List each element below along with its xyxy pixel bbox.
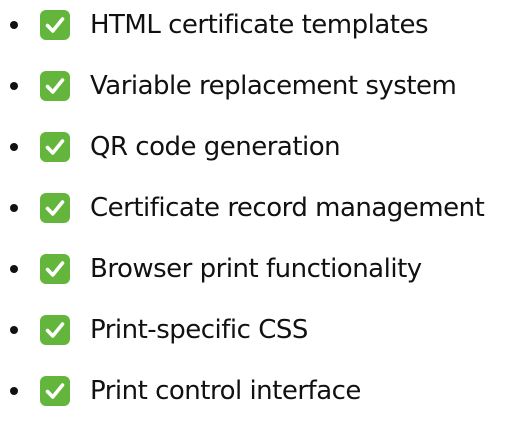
check-mark-button-icon	[40, 71, 70, 101]
checklist-item-label: HTML certificate templates	[90, 10, 429, 40]
check-mark-button-icon	[40, 254, 70, 284]
checklist-item-label: Print-specific CSS	[90, 315, 308, 345]
bullet-icon	[10, 387, 18, 395]
bullet-icon	[10, 204, 18, 212]
bullet-icon	[10, 265, 18, 273]
feature-checklist: HTML certificate templates Variable repl…	[0, 0, 531, 427]
bullet-icon	[10, 21, 18, 29]
bullet-icon	[10, 82, 18, 90]
check-mark-button-icon	[40, 315, 70, 345]
check-mark-button-icon	[40, 376, 70, 406]
checklist-item-label: Certificate record management	[90, 193, 485, 223]
check-mark-button-icon	[40, 10, 70, 40]
check-mark-button-icon	[40, 132, 70, 162]
check-mark-button-icon	[40, 193, 70, 223]
checklist-item-label: Print control interface	[90, 376, 361, 406]
bullet-icon	[10, 143, 18, 151]
checklist-item-label: Browser print functionality	[90, 254, 422, 284]
checklist-item-label: Variable replacement system	[90, 71, 457, 101]
bullet-icon	[10, 326, 18, 334]
checklist-item-label: QR code generation	[90, 132, 341, 162]
